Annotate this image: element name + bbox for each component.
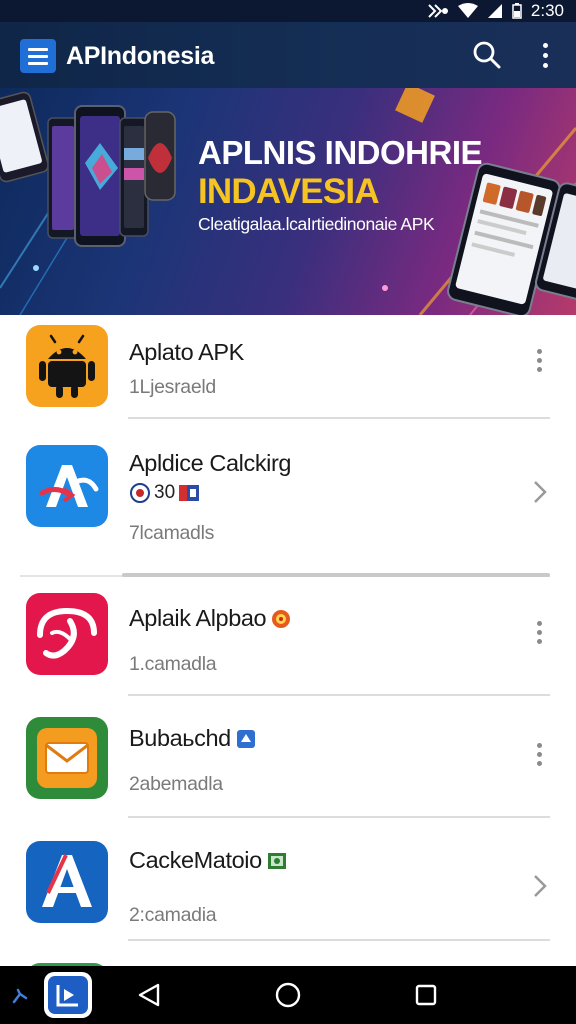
list-item-bubachd[interactable]: Bubaьchd 2abemadla [0,703,576,815]
banner-title: APLNIS INDOHRIE [198,134,483,171]
letter-a-icon [26,841,108,923]
status-bar: 2:30 [0,0,576,22]
section-divider [122,573,550,577]
chevron-right-icon[interactable] [530,873,550,899]
app-downloads: 1.camadla [129,653,217,675]
more-vert-icon[interactable] [528,617,550,647]
app-downloads: 1Ljesraeld [129,376,216,398]
wifi-icon [457,3,478,18]
app-downloads: 2abemadla [129,773,223,795]
list-item-aplaik-alpbao[interactable]: Aplaik Alpbao 1.camadla [0,583,576,695]
more-vert-icon[interactable] [530,38,560,72]
list-item-aplato-apk[interactable]: Aplato APK 1Ljesraeld [0,315,576,420]
more-vert-icon[interactable] [528,739,550,769]
app-name: Aplaik Alpbao [129,605,292,632]
badge-emblem-icon [267,852,286,869]
app-bar: APIndonesia [0,22,576,88]
phone-mockup-left [0,91,49,183]
current-app-icon[interactable] [44,972,92,1018]
app-meta: 30 [129,482,200,504]
divider [128,417,550,419]
pinned-app-icon[interactable] [10,986,30,1006]
system-nav-bar [0,966,576,1024]
app-title: APIndonesia [66,42,215,70]
status-icons: 2:30 [427,0,564,22]
flag-badge-icon [179,485,200,501]
divider [128,939,550,941]
envelope-icon [26,717,108,799]
battery-icon [512,3,522,19]
app-rating-value: 30 [154,482,176,503]
arrows-sync-icon [26,445,108,527]
divider [128,816,550,818]
chevron-right-icon[interactable] [530,479,550,505]
app-downloads: 7lcamadls [129,522,215,544]
banner-caption: Cleatigalaa.lcaIrtiedinonaie APK [198,214,435,234]
app-name: CackeMatoio [129,847,288,874]
recents-square-icon[interactable] [414,983,438,1007]
app-downloads: 2:camadia [129,904,217,926]
badge-emblem-icon [272,609,291,628]
phone-swirl-icon [26,593,108,675]
search-icon[interactable] [470,38,504,72]
app-name: Aplato APK [129,339,244,365]
app-name: Bubaьchd [129,725,257,752]
more-vert-icon[interactable] [528,345,550,375]
shield-badge-icon [130,483,150,503]
screen: 2:30 APIndonesia APLNIS INDOHRIE INDAVES… [0,0,576,1024]
promo-banner[interactable]: APLNIS INDOHRIE INDAVESIA Cleatigalaa.lc… [0,88,576,315]
badge-emblem-icon [236,729,255,748]
status-time: 2:30 [530,1,564,20]
android-robot-icon [26,325,108,407]
divider [128,694,550,696]
app-name: Apldice Calckirg [129,450,292,476]
banner-subtitle: INDAVESIA [198,172,380,211]
list-item-cackematoio[interactable]: CackeMatoio 2:camadia [0,825,576,945]
list-item-apldice-calckirg[interactable]: Apldice Calckirg 30 7lcamadls [0,425,576,575]
notification-icon [428,4,448,18]
home-circle-icon[interactable] [275,982,301,1008]
back-triangle-icon[interactable] [136,982,162,1008]
hamburger-menu-icon[interactable] [20,39,56,73]
signal-icon [487,4,502,18]
